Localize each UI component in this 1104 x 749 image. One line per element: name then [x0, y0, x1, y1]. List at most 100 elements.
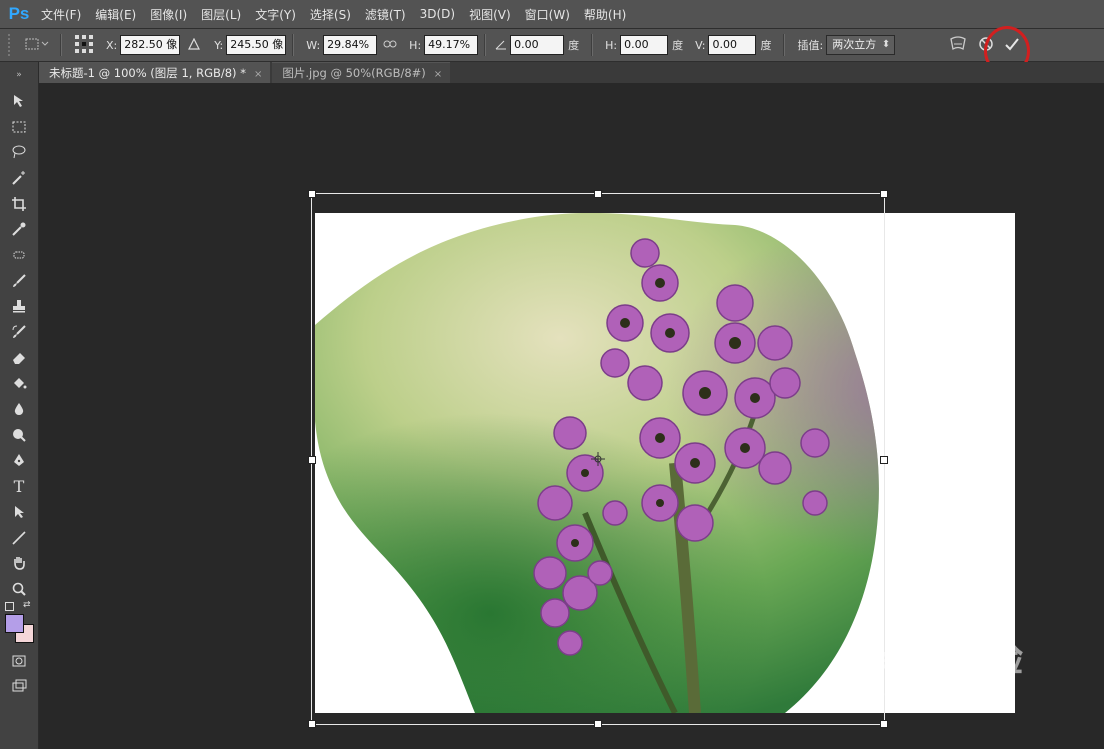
- separator: [484, 34, 487, 56]
- hand-tool[interactable]: [0, 550, 38, 576]
- x-position-input[interactable]: 282.50 像: [120, 35, 181, 55]
- paint-bucket-icon: [14, 378, 27, 389]
- transform-handle-bottom[interactable]: [594, 720, 602, 728]
- menu-bar: Ps 文件(F) 编辑(E) 图像(I) 图层(L) 文字(Y) 选择(S) 滤…: [0, 0, 1104, 29]
- zoom-tool[interactable]: [0, 576, 38, 602]
- close-icon[interactable]: ×: [254, 69, 262, 80]
- eraser-tool[interactable]: [0, 345, 38, 371]
- separator: [292, 34, 295, 56]
- menu-layer[interactable]: 图层(L): [194, 6, 248, 23]
- warp-mode-icon[interactable]: [948, 35, 968, 56]
- eyedropper-icon: [12, 222, 26, 236]
- crop-icon: [12, 196, 26, 211]
- options-grip[interactable]: [8, 34, 16, 56]
- quick-mask-button[interactable]: [0, 648, 38, 674]
- photoshop-logo: Ps: [8, 4, 30, 23]
- transform-tool-icon[interactable]: [24, 36, 50, 55]
- hand-icon: [14, 557, 25, 571]
- watermark-brand: Baidu经验: [845, 638, 1025, 679]
- lasso-tool[interactable]: [0, 139, 38, 165]
- move-tool[interactable]: [0, 88, 38, 114]
- foreground-color-swatch[interactable]: [5, 613, 24, 633]
- default-colors-icon[interactable]: [5, 601, 14, 611]
- line-icon: [12, 530, 26, 545]
- magic-wand-tool[interactable]: [0, 165, 38, 191]
- y-position-input[interactable]: 245.50 像: [226, 35, 287, 55]
- transform-handle-top[interactable]: [594, 190, 602, 198]
- type-tool[interactable]: T: [0, 473, 38, 499]
- interpolation-label: 插值:: [797, 39, 824, 52]
- water-drop-icon: [14, 403, 24, 416]
- screen-mode-button[interactable]: [0, 673, 38, 699]
- move-icon: [14, 94, 23, 107]
- transform-handle-right[interactable]: [880, 456, 888, 464]
- reference-point-icon[interactable]: [74, 34, 94, 57]
- height-input[interactable]: 49.17%: [424, 35, 479, 55]
- menu-image[interactable]: 图像(I): [143, 6, 194, 23]
- document-tabs: 未标题-1 @ 100% (图层 1, RGB/8) * × 图片.jpg @ 5…: [39, 62, 1104, 83]
- menu-help[interactable]: 帮助(H): [577, 6, 633, 23]
- dodge-tool[interactable]: [0, 422, 38, 448]
- stamp-icon: [13, 300, 25, 313]
- menu-window[interactable]: 窗口(W): [518, 6, 577, 23]
- line-tool[interactable]: [0, 525, 38, 551]
- skew-v-unit: 度: [760, 39, 772, 52]
- toolbar-collapse[interactable]: »: [0, 62, 38, 88]
- link-icon[interactable]: [383, 38, 397, 53]
- crop-tool[interactable]: [0, 191, 38, 217]
- history-brush-icon: [12, 325, 26, 339]
- width-input[interactable]: 29.84%: [323, 35, 378, 55]
- skew-v-label: V:: [695, 38, 706, 52]
- interpolation-select[interactable]: 两次立方: [826, 35, 896, 55]
- magic-wand-icon: [12, 170, 25, 185]
- history-brush-tool[interactable]: [0, 319, 38, 345]
- close-icon[interactable]: ×: [434, 69, 442, 80]
- angle-icon: [495, 38, 507, 53]
- paint-bucket-tool[interactable]: [0, 371, 38, 397]
- type-icon: T: [13, 476, 25, 496]
- transform-handle-top-right[interactable]: [880, 190, 888, 198]
- separator: [783, 34, 786, 56]
- transform-handle-bottom-right[interactable]: [880, 720, 888, 728]
- menu-file[interactable]: 文件(F): [34, 6, 88, 23]
- transform-handle-left[interactable]: [308, 456, 316, 464]
- watermark-url: jingyan.baidu.com: [849, 682, 987, 701]
- rectangle-marquee-icon: [12, 121, 26, 133]
- delta-icon[interactable]: [188, 37, 201, 53]
- h-label: H:: [409, 38, 422, 52]
- healing-brush-tool[interactable]: [0, 242, 38, 268]
- baidu-watermark: Baidu经验 jingyan.baidu.com: [845, 630, 1055, 702]
- eyedropper-tool[interactable]: [0, 216, 38, 242]
- quick-mask-icon: [12, 655, 26, 667]
- menu-select[interactable]: 选择(S): [303, 6, 358, 23]
- pen-tool[interactable]: [0, 448, 38, 474]
- menu-type[interactable]: 文字(Y): [248, 6, 303, 23]
- x-label: X:: [106, 38, 118, 52]
- brush-tool[interactable]: [0, 268, 38, 294]
- marquee-tool[interactable]: [0, 114, 38, 140]
- transform-handle-top-left[interactable]: [308, 190, 316, 198]
- clone-stamp-tool[interactable]: [0, 294, 38, 320]
- transform-handle-bottom-left[interactable]: [308, 720, 316, 728]
- brush-icon: [13, 273, 26, 287]
- menu-view[interactable]: 视图(V): [462, 6, 518, 23]
- color-swatches: ⇄: [0, 600, 38, 648]
- path-selection-tool[interactable]: [0, 499, 38, 525]
- transform-center-point-icon[interactable]: [591, 452, 605, 469]
- swap-colors-icon[interactable]: ⇄: [23, 600, 31, 610]
- tab-document-untitled[interactable]: 未标题-1 @ 100% (图层 1, RGB/8) * ×: [39, 62, 271, 83]
- lasso-icon: [12, 145, 26, 159]
- screen-mode-icon: [12, 679, 27, 692]
- tab-document-picture[interactable]: 图片.jpg @ 50%(RGB/8#) ×: [272, 62, 451, 83]
- skew-h-input[interactable]: 0.00: [620, 35, 669, 55]
- menu-edit[interactable]: 编辑(E): [88, 6, 143, 23]
- menu-3d[interactable]: 3D(D): [413, 7, 462, 21]
- eraser-icon: [13, 352, 25, 364]
- menu-filter[interactable]: 滤镜(T): [358, 6, 413, 23]
- rotation-input[interactable]: 0.00: [510, 35, 565, 55]
- y-label: Y:: [214, 38, 224, 52]
- dodge-icon: [13, 428, 26, 442]
- skew-v-input[interactable]: 0.00: [708, 35, 757, 55]
- bandage-icon: [13, 251, 25, 259]
- blur-tool[interactable]: [0, 396, 38, 422]
